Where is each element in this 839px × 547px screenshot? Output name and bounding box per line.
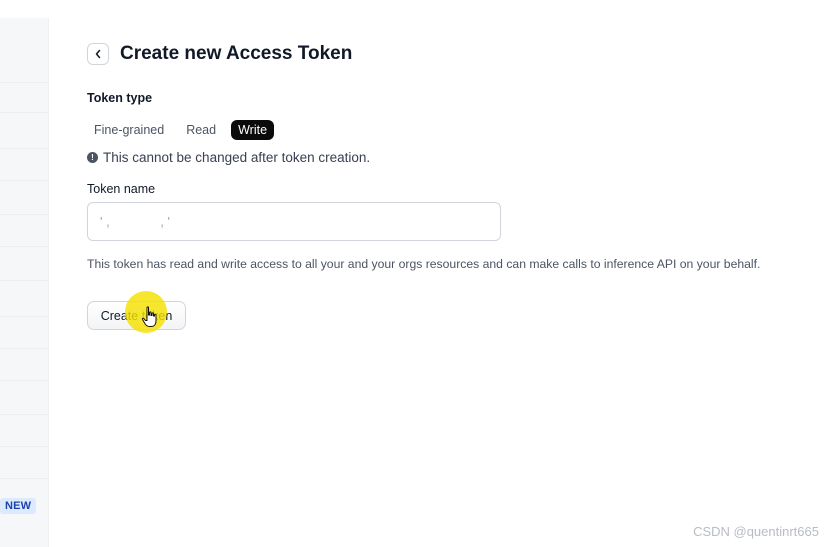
back-button[interactable] (87, 43, 109, 65)
tab-read[interactable]: Read (179, 120, 223, 140)
new-badge[interactable]: NEW (0, 498, 37, 514)
hand-cursor-icon (141, 306, 157, 327)
token-type-note-text: This cannot be changed after token creat… (103, 150, 371, 165)
token-type-tabs: Fine-grained Read Write (87, 120, 282, 140)
page-title: Create new Access Token (120, 43, 353, 64)
chevron-left-icon (95, 49, 101, 59)
token-name-label: Token name (87, 182, 156, 196)
sidebar (0, 18, 49, 547)
token-name-input[interactable] (87, 202, 501, 241)
token-description: This token has read and write access to … (87, 257, 761, 271)
tab-fine-grained[interactable]: Fine-grained (87, 120, 171, 140)
token-type-note: ! This cannot be changed after token cre… (87, 150, 370, 165)
token-type-label: Token type (87, 91, 153, 105)
main-content: Create new Access Token Token type Fine-… (87, 40, 787, 330)
info-icon: ! (87, 152, 98, 163)
watermark: CSDN @quentinrt665 (693, 524, 819, 539)
title-row: Create new Access Token (87, 40, 787, 68)
tab-write[interactable]: Write (231, 120, 275, 140)
